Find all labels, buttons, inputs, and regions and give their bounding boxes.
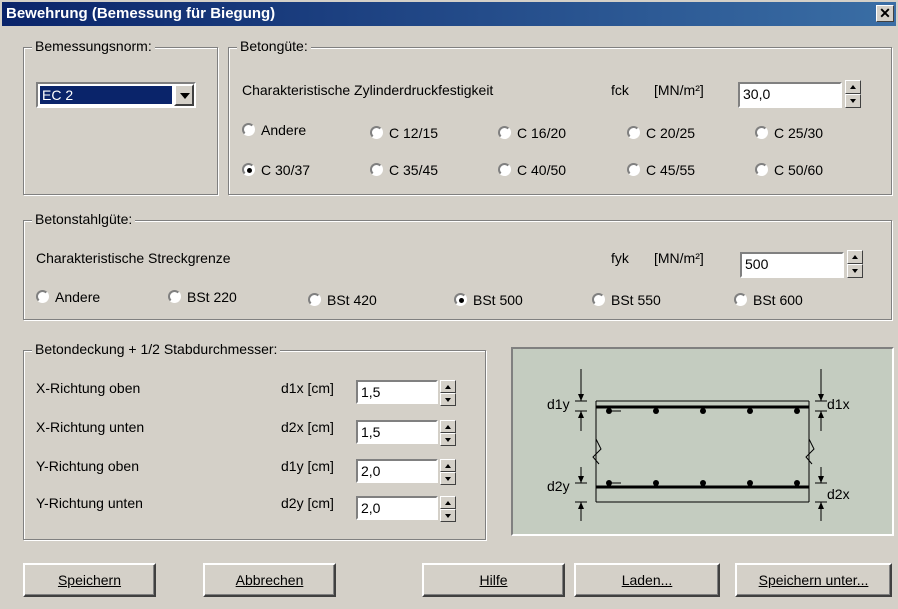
steel-strength-label: Charakteristische Streckgrenze: [36, 250, 231, 266]
d2y-diagram-label: d2y: [547, 478, 570, 494]
steel-unit: [MN/m²]: [654, 250, 704, 266]
chevron-down-icon: [180, 93, 190, 99]
d2y-input[interactable]: 2,0: [356, 496, 438, 520]
d2x-diagram-label: d2x: [827, 486, 850, 502]
cover-row-symbol: d2y [cm]: [281, 495, 334, 511]
title-bar[interactable]: Bewehrung (Bemessung für Biegung) ✕: [2, 2, 896, 26]
spin-up-icon[interactable]: [440, 459, 456, 472]
spin-up-icon[interactable]: [847, 250, 863, 264]
d2y-spinner[interactable]: [440, 496, 456, 522]
spin-down-icon[interactable]: [847, 264, 863, 278]
spin-up-icon[interactable]: [440, 496, 456, 509]
norm-group: Bemessungsnorm:: [23, 38, 218, 195]
save-button[interactable]: Speichern: [23, 563, 156, 597]
spin-up-icon[interactable]: [845, 80, 861, 94]
d2x-input[interactable]: 1,5: [356, 420, 438, 444]
d1x-diagram-label: d1x: [827, 396, 850, 412]
spin-down-icon[interactable]: [440, 509, 456, 522]
fyk-spinner[interactable]: [847, 250, 863, 278]
norm-select-value: EC 2: [40, 86, 172, 104]
cover-row-label: Y-Richtung unten: [36, 495, 143, 511]
cancel-button[interactable]: Abbrechen: [203, 563, 336, 597]
dialog-window: Bewehrung (Bemessung für Biegung) ✕ Beme…: [0, 0, 898, 609]
concrete-legend: Betongüte:: [237, 38, 311, 54]
norm-select-dropdown-button[interactable]: [174, 84, 194, 106]
window-title: Bewehrung (Bemessung für Biegung): [6, 5, 276, 22]
cover-row-label: X-Richtung unten: [36, 419, 145, 435]
fyk-input[interactable]: 500: [740, 252, 844, 278]
d1y-spinner[interactable]: [440, 459, 456, 485]
load-button[interactable]: Laden...: [574, 563, 720, 597]
d2x-spinner[interactable]: [440, 420, 456, 446]
concrete-unit: [MN/m²]: [654, 82, 704, 98]
d1x-spinner[interactable]: [440, 380, 456, 406]
concrete-strength-label: Charakteristische Zylinderdruckfestigkei…: [242, 82, 494, 98]
spin-down-icon[interactable]: [440, 433, 456, 446]
cover-diagram: d1y d1x d2y d2x: [511, 347, 894, 536]
spin-up-icon[interactable]: [440, 380, 456, 393]
close-icon: ✕: [879, 5, 891, 21]
spin-down-icon[interactable]: [440, 393, 456, 406]
fck-input[interactable]: 30,0: [738, 82, 842, 108]
cover-row-label: Y-Richtung oben: [36, 458, 140, 474]
spin-up-icon[interactable]: [440, 420, 456, 433]
concrete-symbol: fck: [611, 82, 629, 98]
close-button[interactable]: ✕: [876, 5, 894, 22]
steel-symbol: fyk: [611, 250, 629, 266]
slab-section-drawing: d1y d1x d2y d2x: [547, 369, 850, 521]
spin-down-icon[interactable]: [845, 94, 861, 108]
d1y-diagram-label: d1y: [547, 396, 570, 412]
cover-row-label: X-Richtung oben: [36, 380, 141, 396]
cover-row-symbol: d1x [cm]: [281, 380, 334, 396]
norm-legend: Bemessungsnorm:: [32, 38, 155, 54]
help-button[interactable]: Hilfe: [422, 563, 565, 597]
spin-down-icon[interactable]: [440, 472, 456, 485]
d1x-input[interactable]: 1,5: [356, 380, 438, 404]
save-as-button[interactable]: Speichern unter...: [735, 563, 892, 597]
cover-row-symbol: d2x [cm]: [281, 419, 334, 435]
cover-legend: Betondeckung + 1/2 Stabdurchmesser:: [32, 341, 281, 357]
d1y-input[interactable]: 2,0: [356, 459, 438, 483]
steel-legend: Betonstahlgüte:: [32, 211, 136, 227]
norm-select[interactable]: EC 2: [36, 82, 196, 108]
cover-row-symbol: d1y [cm]: [281, 458, 334, 474]
fck-spinner[interactable]: [845, 80, 861, 108]
